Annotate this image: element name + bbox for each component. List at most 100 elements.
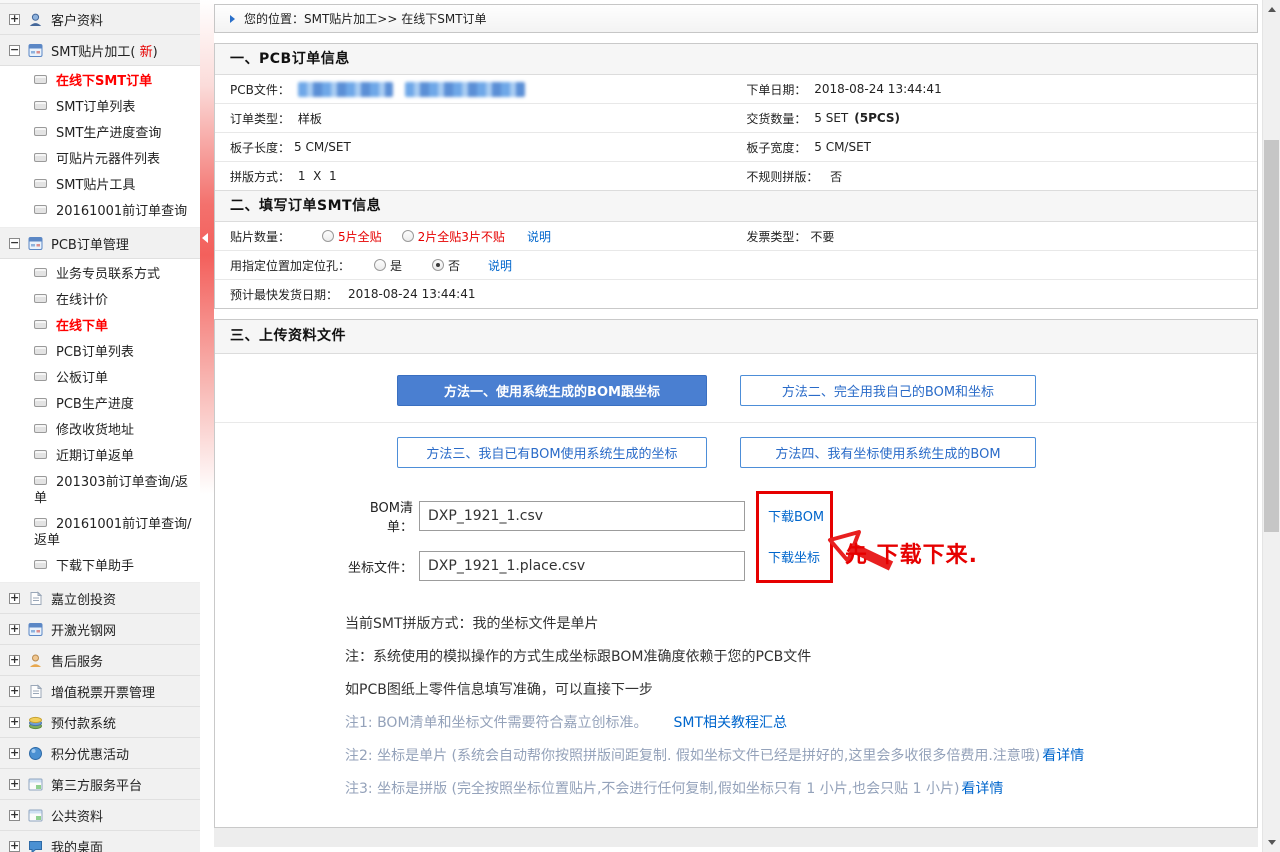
sidebar-group-2[interactable]: −SMT贴片加工( 新) xyxy=(0,35,200,66)
sidebar-item[interactable]: 下载下单助手 xyxy=(0,554,200,580)
methods-row-1: 方法一、使用系统生成的BOM跟坐标 方法二、完全用我自己的BOM和坐标 xyxy=(215,354,1257,423)
download-bom-link[interactable]: 下载BOM xyxy=(768,506,830,525)
sidebar-group-1[interactable]: +客户资料 xyxy=(0,3,200,35)
method-2-button[interactable]: 方法二、完全用我自己的BOM和坐标 xyxy=(740,375,1036,406)
info-row-right: 下单日期： 2018-08-24 13:44:41 xyxy=(746,81,941,98)
radio-option-label: 否 xyxy=(448,257,460,274)
collapse-sidebar-icon[interactable] xyxy=(202,233,208,243)
expand-icon[interactable]: + xyxy=(9,717,20,728)
expand-icon[interactable]: + xyxy=(9,748,20,759)
method-4-button[interactable]: 方法四、我有坐标使用系统生成的BOM xyxy=(740,437,1036,468)
list-item-icon xyxy=(34,560,47,569)
sidebar-group-label: 嘉立创投资 xyxy=(51,589,116,608)
app-icon xyxy=(28,236,43,251)
sidebar-group-8[interactable]: + 预付款系统 xyxy=(0,707,200,738)
expand-icon[interactable]: + xyxy=(9,624,20,635)
sidebar-group-3[interactable]: −PCB订单管理 xyxy=(0,228,200,259)
sidebar-item[interactable]: 201303前订单查询/返单 xyxy=(0,470,200,512)
radio-option-label: 2片全贴3片不贴 xyxy=(418,228,505,245)
scroll-down-icon[interactable] xyxy=(1263,834,1280,851)
expand-icon[interactable]: + xyxy=(9,686,20,697)
note-link[interactable]: 看详情 xyxy=(1042,748,1084,764)
method-3-button[interactable]: 方法三、我自已有BOM使用系统生成的坐标 xyxy=(397,437,707,468)
chat-icon xyxy=(28,839,43,852)
field-label: 拼版方式： xyxy=(230,168,290,185)
radio-option[interactable]: 2片全贴3片不贴 xyxy=(402,228,505,245)
sidebar-item[interactable]: PCB生产进度 xyxy=(0,392,200,418)
sidebar-group-6[interactable]: + 售后服务 xyxy=(0,645,200,676)
radio-option[interactable]: 否 xyxy=(432,257,460,274)
coins-icon xyxy=(28,715,43,730)
main-scrollbar[interactable] xyxy=(1262,0,1280,852)
coord-file-input[interactable] xyxy=(419,551,745,581)
sidebar-group-12[interactable]: +我的桌面 xyxy=(0,831,200,852)
sidebar-group-9[interactable]: +积分优惠活动 xyxy=(0,738,200,769)
download-coord-link[interactable]: 下载坐标 xyxy=(768,547,830,566)
radio-icon[interactable] xyxy=(322,230,334,242)
collapse-icon[interactable]: − xyxy=(9,238,20,249)
expand-icon[interactable]: + xyxy=(9,810,20,821)
sidebar-item[interactable]: SMT贴片工具 xyxy=(0,173,200,199)
expand-icon[interactable]: + xyxy=(9,14,20,25)
radio-option[interactable]: 是 xyxy=(374,257,402,274)
note-link[interactable]: SMT相关教程汇总 xyxy=(674,715,788,731)
sidebar-item[interactable]: 20161001前订单查询 xyxy=(0,199,200,225)
scrollbar-thumb[interactable] xyxy=(1264,140,1279,532)
note-line: 注2: 坐标是单片 (系统会自动帮你按照拼版间距复制. 假如坐标文件已经是拼好的… xyxy=(345,747,1257,766)
smt-quantity-help-link[interactable]: 说明 xyxy=(527,228,551,245)
sidebar-group-label: 预付款系统 xyxy=(51,713,116,732)
sidebar-item[interactable]: 近期订单返单 xyxy=(0,444,200,470)
radio-option[interactable]: 5片全贴 xyxy=(322,228,382,245)
expand-icon[interactable]: + xyxy=(9,779,20,790)
expand-icon[interactable]: + xyxy=(9,841,20,852)
sidebar-item[interactable]: 20161001前订单查询/返单 xyxy=(0,512,200,554)
radio-checked-icon[interactable] xyxy=(432,259,444,271)
ship-date-value: 2018-08-24 13:44:41 xyxy=(348,287,475,301)
smt-quantity-label: 贴片数量： xyxy=(230,228,290,245)
sidebar-item[interactable]: 在线计价 xyxy=(0,288,200,314)
note-text: 如PCB图纸上零件信息填写准确，可以直接下一步 xyxy=(345,682,653,698)
field-label: 不规则拼版： xyxy=(746,168,818,185)
invoice-type-label: 发票类型： xyxy=(746,228,806,245)
sidebar-item[interactable]: 公板订单 xyxy=(0,366,200,392)
list-item-icon xyxy=(34,346,47,355)
sidebar-item-label: SMT订单列表 xyxy=(56,100,135,115)
field-label: 交货数量： xyxy=(746,110,806,127)
sidebar-group-10[interactable]: +第三方服务平台 xyxy=(0,769,200,800)
sidebar-group-5[interactable]: +开激光钢网 xyxy=(0,614,200,645)
breadcrumb-text: 您的位置：SMT贴片加工>> 在线下SMT订单 xyxy=(244,10,487,27)
sidebar-group-label: 售后服务 xyxy=(51,651,103,670)
section2-title: 二、填写订单SMT信息 xyxy=(215,190,1257,222)
sidebar-item[interactable]: 修改收货地址 xyxy=(0,418,200,444)
radio-option-label: 是 xyxy=(390,257,402,274)
bom-file-input[interactable] xyxy=(419,501,745,531)
sidebar-splitter[interactable] xyxy=(200,0,214,852)
sidebar-item[interactable]: 在线下SMT订单 xyxy=(0,69,200,95)
note-line: 注：系统使用的模拟操作的方式生成坐标跟BOM准确度依赖于您的PCB文件 xyxy=(345,648,1257,667)
sidebar-item[interactable]: SMT订单列表 xyxy=(0,95,200,121)
sidebar-group-11[interactable]: +公共资料 xyxy=(0,800,200,831)
note-text: 注2: 坐标是单片 (系统会自动帮你按照拼版间距复制. 假如坐标文件已经是拼好的… xyxy=(345,748,1040,764)
sidebar-item[interactable]: 可贴片元器件列表 xyxy=(0,147,200,173)
smt-quantity-row: 贴片数量： 5片全贴2片全贴3片不贴 说明 发票类型： 不要 xyxy=(215,222,1257,251)
sidebar-item[interactable]: SMT生产进度查询 xyxy=(0,121,200,147)
list-item-icon xyxy=(34,476,47,485)
scroll-up-icon[interactable] xyxy=(1263,1,1280,18)
list-item-icon xyxy=(34,424,47,433)
expand-icon[interactable]: + xyxy=(9,593,20,604)
list-item-icon xyxy=(34,179,47,188)
expand-icon[interactable]: + xyxy=(9,655,20,666)
radio-icon[interactable] xyxy=(374,259,386,271)
sidebar-item[interactable]: 业务专员联系方式 xyxy=(0,262,200,288)
sidebar-group-4[interactable]: + 嘉立创投资 xyxy=(0,583,200,614)
info-row-right: 不规则拼版： 否 xyxy=(746,168,842,185)
method-1-button[interactable]: 方法一、使用系统生成的BOM跟坐标 xyxy=(397,375,707,406)
locating-hole-help-link[interactable]: 说明 xyxy=(488,257,512,274)
sidebar-group-7[interactable]: +增值税票开票管理 xyxy=(0,676,200,707)
sidebar-item[interactable]: PCB订单列表 xyxy=(0,340,200,366)
radio-icon[interactable] xyxy=(402,230,414,242)
note-link[interactable]: 看详情 xyxy=(961,781,1003,797)
collapse-icon[interactable]: − xyxy=(9,45,20,56)
sidebar-item[interactable]: 在线下单 xyxy=(0,314,200,340)
sidebar-item-label: 业务专员联系方式 xyxy=(56,267,160,282)
